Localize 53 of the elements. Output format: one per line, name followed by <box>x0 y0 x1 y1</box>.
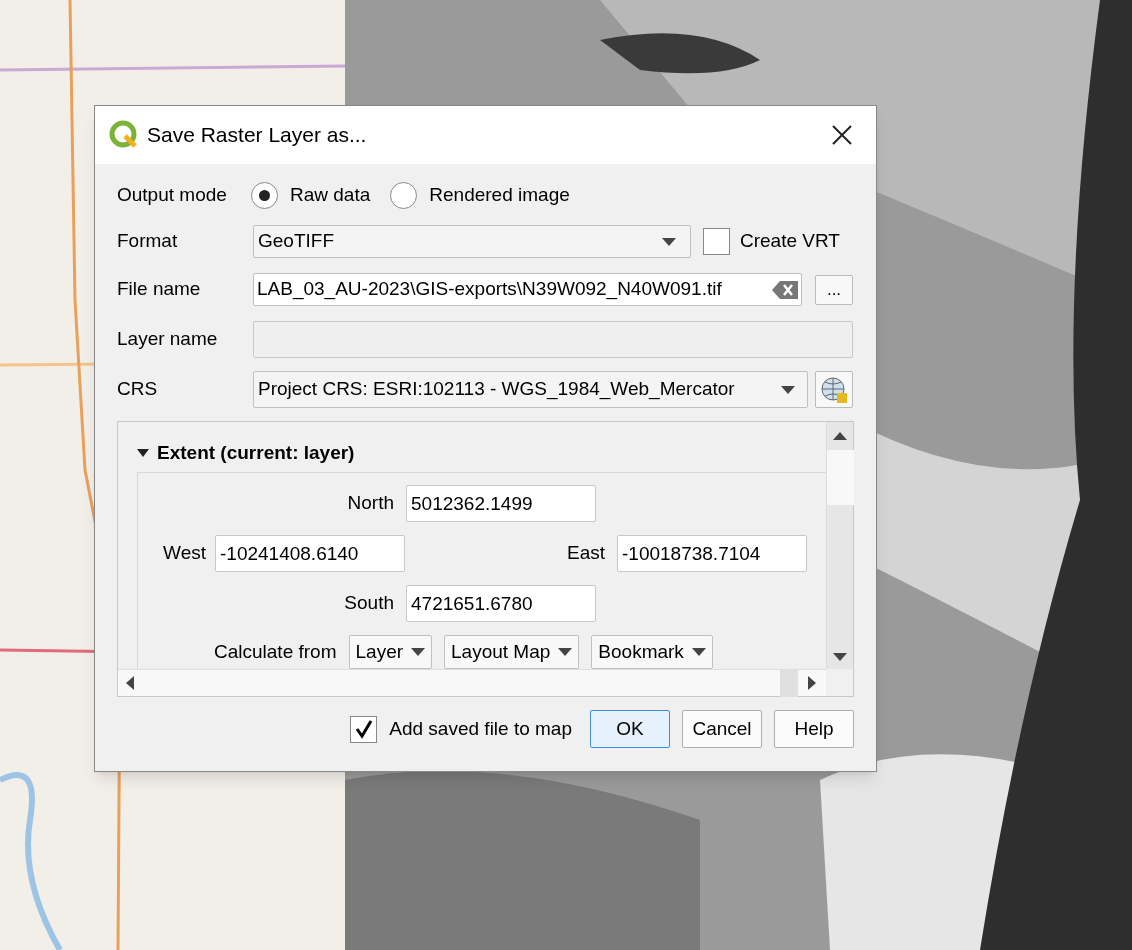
scroll-right-icon[interactable] <box>808 676 816 690</box>
scrollbar-thumb[interactable] <box>780 669 798 697</box>
radio-button[interactable] <box>251 181 278 209</box>
dialog-button[interactable]: OK <box>590 710 670 748</box>
checkbox-label: Add saved file to map <box>389 716 572 741</box>
north-field[interactable]: 5012362.1499 <box>406 485 596 522</box>
field-label: Output mode <box>117 182 228 207</box>
checkbox[interactable] <box>703 228 730 255</box>
scrollbar-thumb[interactable] <box>826 450 854 505</box>
app-logo-icon <box>109 120 139 150</box>
horizontal-scrollbar[interactable] <box>118 669 826 696</box>
vertical-scrollbar[interactable] <box>826 422 853 669</box>
field-label: East <box>565 541 606 566</box>
scroll-left-icon[interactable] <box>126 676 134 690</box>
field-label: Calculate from <box>214 639 337 664</box>
globe-icon <box>820 375 848 404</box>
window-title: Save Raster Layer as... <box>147 122 368 149</box>
caret-icon <box>558 648 573 656</box>
field-label: Layer name <box>117 327 219 352</box>
field-label: West <box>162 541 207 566</box>
scroll-up-icon[interactable] <box>833 432 847 440</box>
dropdown-button[interactable]: Layer <box>348 635 433 669</box>
field-label: CRS <box>117 377 159 402</box>
browse-button[interactable]: ... <box>815 274 853 305</box>
dropdown-button[interactable]: Bookmark <box>591 635 713 669</box>
dropdown-button[interactable]: Layout Map <box>444 635 580 669</box>
crs-select-button[interactable] <box>815 371 853 408</box>
dialog-button[interactable]: Cancel <box>682 710 762 748</box>
section-title: Extent (current: layer) <box>157 440 355 465</box>
caret-icon <box>662 237 676 246</box>
caret-icon <box>691 648 706 656</box>
radio-option[interactable]: Rendered image <box>390 180 570 210</box>
checkbox-label: Create VRT <box>740 229 840 254</box>
field-label: South <box>343 591 395 616</box>
format-dropdown[interactable]: GeoTIFF <box>253 225 691 258</box>
checkbox[interactable] <box>350 715 378 743</box>
collapse-arrow-icon[interactable] <box>137 449 149 457</box>
east-field[interactable]: -10018738.7104 <box>617 535 807 572</box>
west-field[interactable]: -10241408.6140 <box>215 535 405 572</box>
file-name-field[interactable]: LAB_03_AU-2023\GIS-exports\N39W092_N40W091.tif <box>253 273 802 306</box>
field-label: Format <box>117 229 179 254</box>
radio-button[interactable] <box>390 181 418 209</box>
caret-icon <box>781 385 795 394</box>
field-label: File name <box>117 277 202 302</box>
close-icon[interactable] <box>832 125 852 145</box>
radio-option[interactable]: Raw data <box>251 180 371 210</box>
dialog-button[interactable]: Help <box>774 710 854 748</box>
clear-icon[interactable] <box>772 279 798 300</box>
caret-icon <box>411 648 426 656</box>
field-label: North <box>346 491 395 516</box>
crs-dropdown[interactable]: Project CRS: ESRI:102113 - WGS_1984_Web_Mercator <box>253 371 808 408</box>
scroll-down-icon[interactable] <box>833 653 847 661</box>
south-field[interactable]: 4721651.6780 <box>406 585 596 622</box>
